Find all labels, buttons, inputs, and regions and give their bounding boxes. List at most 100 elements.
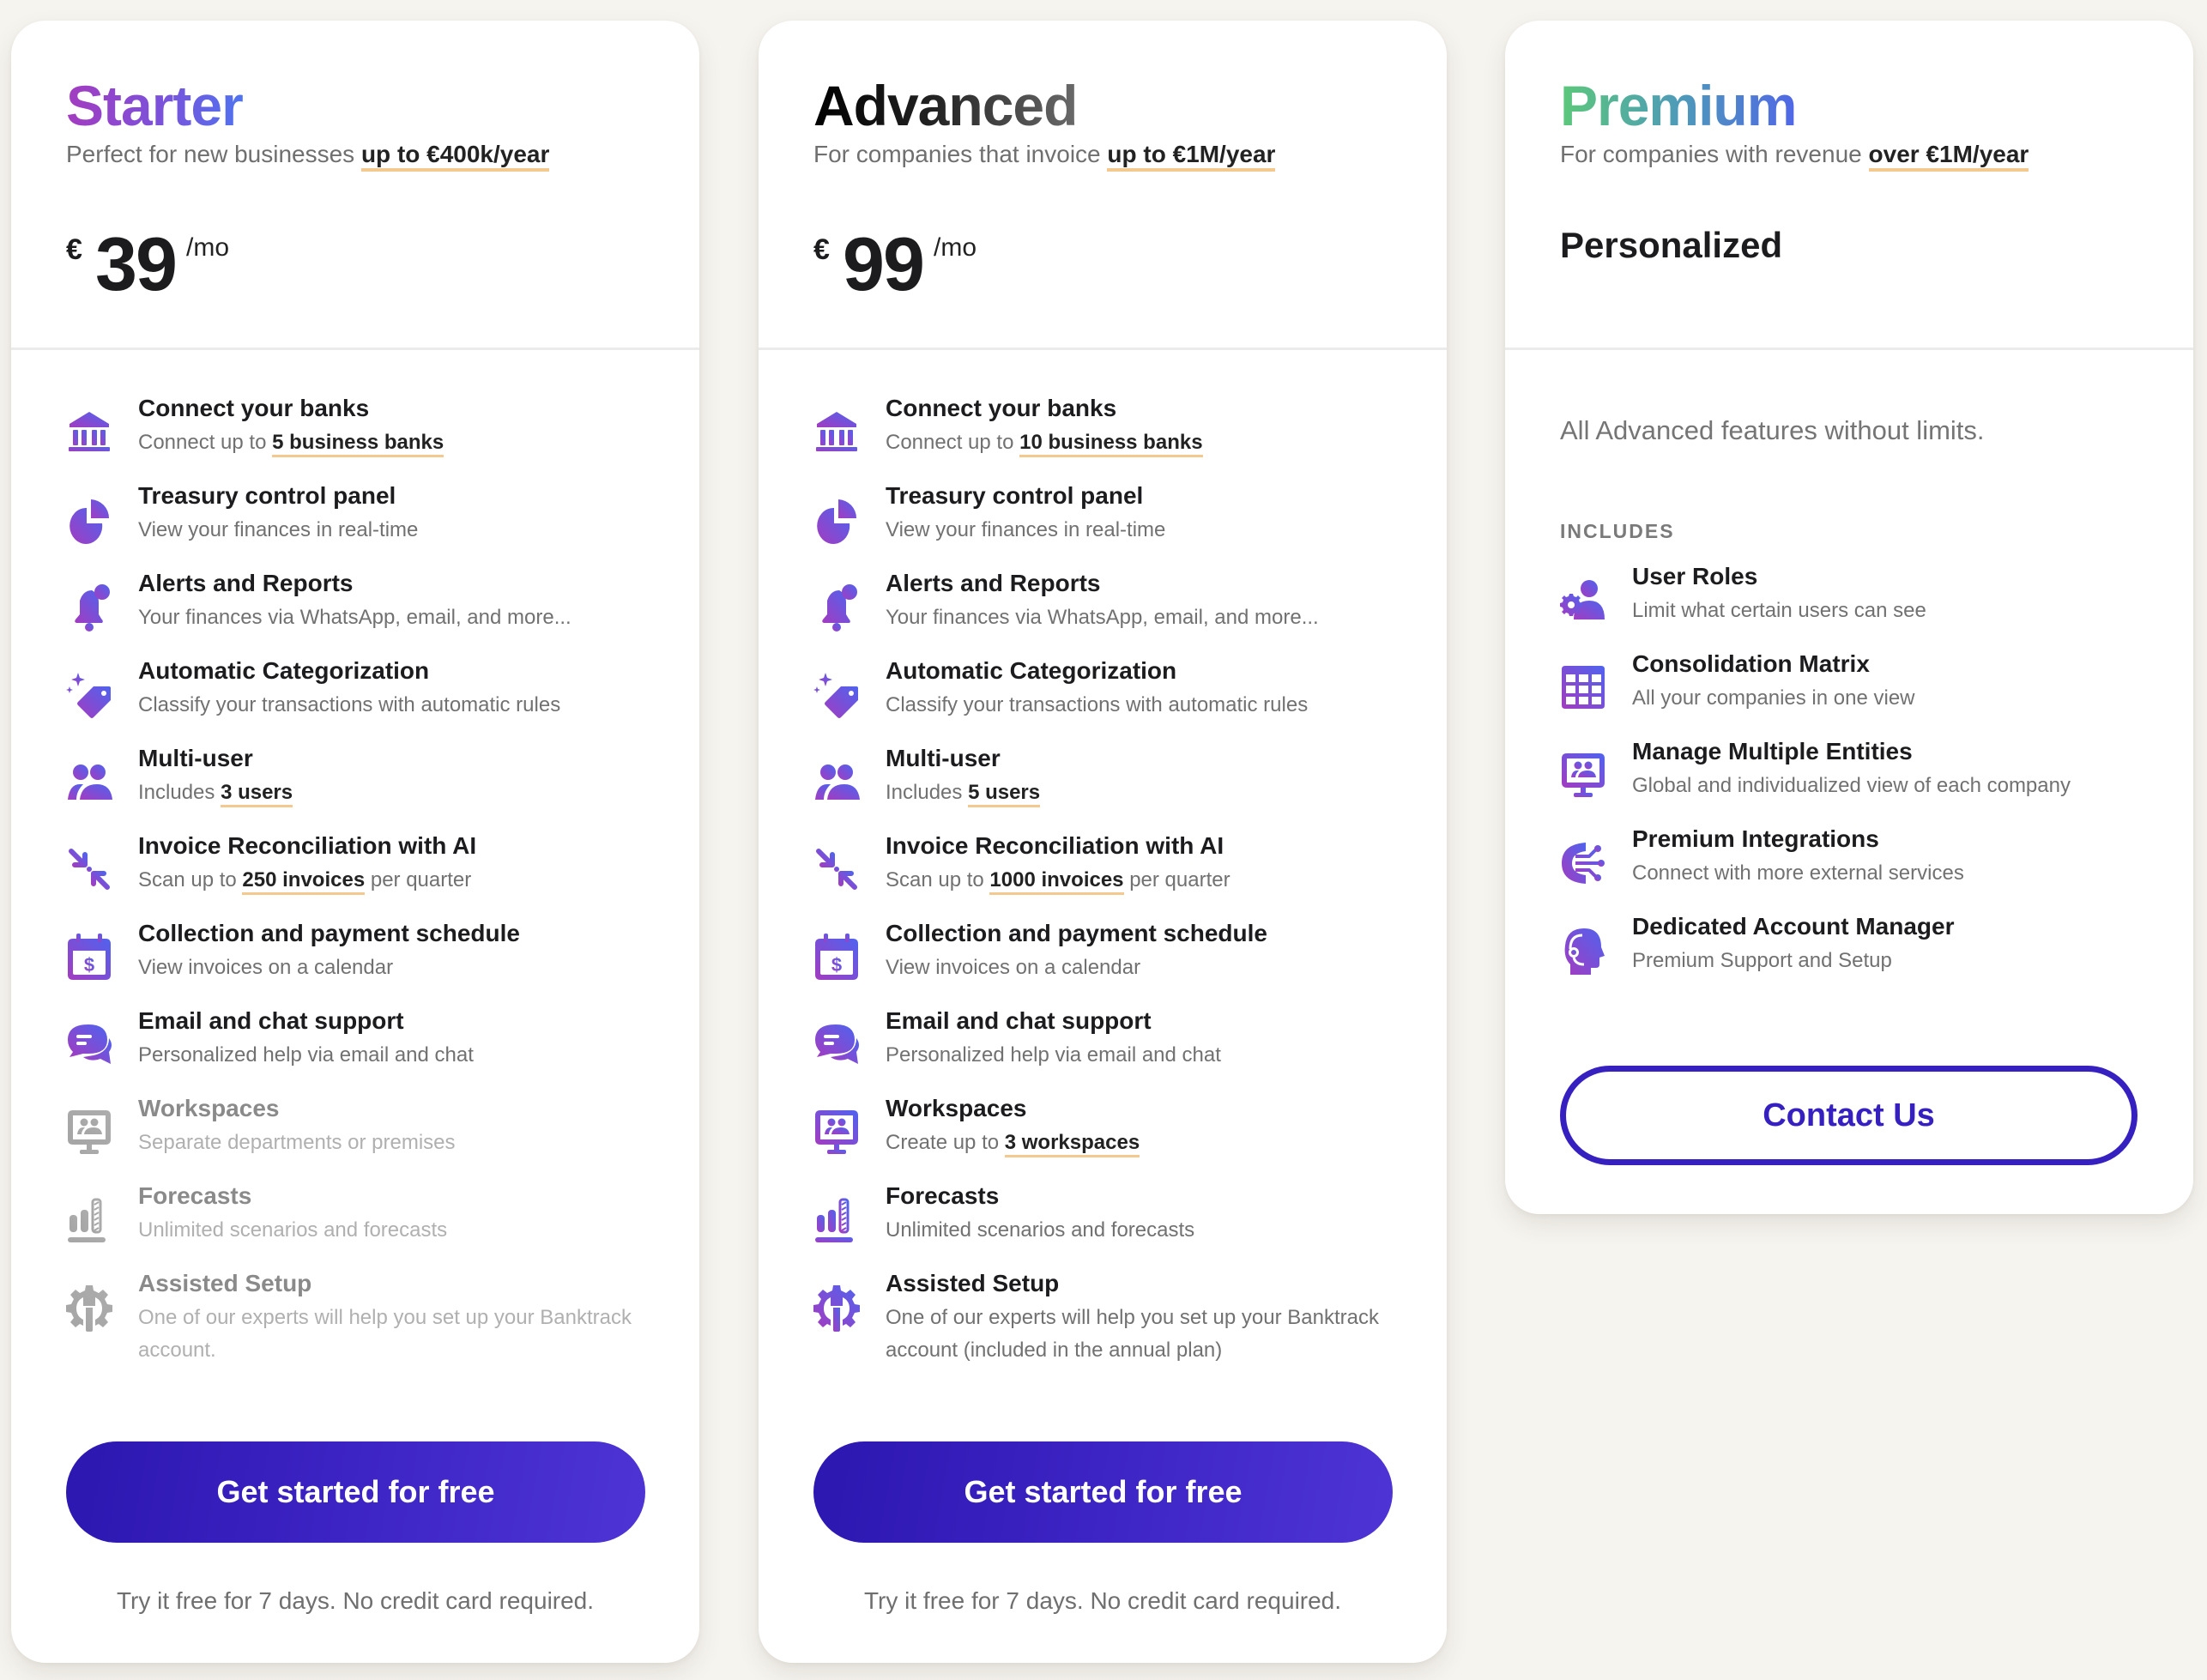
feature-description: One of our experts will help you set up … — [886, 1302, 1400, 1367]
feature-desc-text: View invoices on a calendar — [886, 956, 1141, 979]
feature-desc-highlight: 3 workspaces — [1004, 1131, 1140, 1157]
calendar-dollar-icon: $ — [64, 932, 114, 982]
plan-subtitle: For companies that invoice up to €1M/yea… — [813, 141, 1276, 172]
pie-chart-icon — [812, 494, 862, 544]
feature-item: Dedicated Account Manager Premium Support… — [1558, 913, 2159, 1000]
feature-description: Includes 3 users — [138, 777, 293, 809]
gear-wrench-icon — [64, 1282, 114, 1332]
feature-desc-text: Personalized help via email and chat — [138, 1043, 474, 1067]
contact-us-button[interactable]: Contact Us — [1560, 1066, 2137, 1165]
feature-description: Classify your transactions with automati… — [886, 689, 1308, 722]
feature-title: Invoice Reconciliation with AI — [886, 832, 1224, 859]
feature-description: One of our experts will help you set up … — [138, 1302, 653, 1367]
feature-desc-text: View invoices on a calendar — [138, 956, 394, 979]
feature-desc-text: Includes — [138, 781, 221, 804]
feature-description: Premium Support and Setup — [1632, 945, 1892, 977]
feature-desc-text: Personalized help via email and chat — [886, 1043, 1221, 1067]
feature-desc-highlight: 1000 invoices — [989, 868, 1124, 895]
get-started-button[interactable]: Get started for free — [813, 1441, 1393, 1543]
feature-item: Email and chat support Personalized help … — [812, 1007, 1412, 1095]
feature-desc-suffix: per quarter — [1123, 868, 1230, 891]
feature-item: Connect your banks Connect up to 5 busine… — [64, 395, 665, 482]
tag-sparkle-icon — [812, 669, 862, 719]
feature-desc-text: Includes — [886, 781, 969, 804]
feature-item: Alerts and Reports Your finances via What… — [812, 570, 1412, 657]
calendar-dollar-icon: $ — [812, 932, 862, 982]
feature-desc-suffix: per quarter — [365, 868, 472, 891]
feature-desc-text: Classify your transactions with automati… — [138, 693, 561, 716]
gear-wrench-icon — [812, 1282, 862, 1332]
feature-description: Your finances via WhatsApp, email, and m… — [886, 601, 1319, 634]
feature-desc-highlight: 5 users — [968, 781, 1041, 807]
bank-icon — [812, 407, 862, 456]
feature-description: Classify your transactions with automati… — [138, 689, 560, 722]
feature-item: Workspaces Separate departments or premis… — [64, 1095, 665, 1182]
feature-title: Dedicated Account Manager — [1632, 913, 1955, 940]
feature-desc-text: Classify your transactions with automati… — [886, 693, 1309, 716]
converge-arrows-icon — [812, 844, 862, 894]
feature-title: Alerts and Reports — [138, 570, 354, 596]
feature-item: Forecasts Unlimited scenarios and forecas… — [64, 1182, 665, 1270]
plan-header: Premium For companies with revenue over … — [1505, 21, 2193, 350]
feature-title: Collection and payment schedule — [138, 920, 520, 946]
bar-chart-forecast-icon — [64, 1194, 114, 1244]
feature-title: Email and chat support — [138, 1007, 404, 1034]
users-icon — [812, 757, 862, 807]
feature-desc-text: Create up to — [886, 1131, 1005, 1154]
price-currency: € — [66, 233, 82, 266]
bank-icon — [64, 407, 114, 456]
feature-desc-text: Connect with more external services — [1632, 861, 1964, 885]
plan-subtitle-text: For companies that invoice — [813, 141, 1108, 167]
chat-bubbles-icon — [64, 1019, 114, 1069]
feature-item: Manage Multiple Entities Global and indiv… — [1558, 738, 2159, 825]
tag-sparkle-icon — [64, 669, 114, 719]
plan-subtitle: Perfect for new businesses up to €400k/y… — [66, 141, 550, 172]
feature-desc-text: One of our experts will help you set up … — [138, 1306, 632, 1362]
feature-desc-highlight: 250 invoices — [242, 868, 366, 895]
plan-card-premium: Premium For companies with revenue over … — [1505, 21, 2193, 1214]
feature-title: Automatic Categorization — [886, 657, 1177, 684]
feature-desc-text: Connect up to — [138, 431, 273, 454]
feature-description: Limit what certain users can see — [1632, 595, 1926, 627]
feature-description: Connect up to 5 business banks — [138, 426, 444, 459]
feature-description: Scan up to 250 invoices per quarter — [138, 864, 471, 897]
feature-desc-text: One of our experts will help you set up … — [886, 1306, 1379, 1362]
feature-desc-highlight: 5 business banks — [272, 431, 444, 457]
feature-title: Workspaces — [886, 1095, 1027, 1121]
feature-item: $ Collection and payment schedule View inv… — [812, 920, 1412, 1007]
feature-desc-text: View your finances in real-time — [886, 518, 1166, 541]
feature-title: Connect your banks — [886, 395, 1117, 421]
plan-card-advanced: Advanced For companies that invoice up t… — [759, 21, 1447, 1663]
feature-item: Automatic Categorization Classify your tr… — [812, 657, 1412, 745]
feature-item: Assisted Setup One of our experts will he… — [812, 1270, 1412, 1373]
feature-item: Treasury control panel View your finances… — [64, 482, 665, 570]
svg-text:$: $ — [831, 954, 842, 976]
feature-description: View invoices on a calendar — [886, 952, 1140, 984]
monitor-users-icon — [1558, 750, 1608, 800]
feature-title: Multi-user — [886, 745, 1001, 771]
get-started-button[interactable]: Get started for free — [66, 1441, 645, 1543]
feature-item: Treasury control panel View your finances… — [812, 482, 1412, 570]
pie-chart-icon — [64, 494, 114, 544]
plan-summary: All Advanced features without limits. — [1560, 415, 1985, 445]
trial-note: Try it free for 7 days. No credit card r… — [116, 1587, 595, 1614]
grid-table-icon — [1558, 662, 1608, 712]
monitor-users-icon — [64, 1107, 114, 1157]
feature-title: Automatic Categorization — [138, 657, 430, 684]
plan-title: Advanced — [813, 74, 1078, 137]
plan-title: Starter — [66, 74, 244, 137]
feature-title: Invoice Reconciliation with AI — [138, 832, 477, 859]
plan-subtitle-text: For companies with revenue — [1560, 141, 1869, 167]
price-period: /mo — [934, 233, 977, 262]
feature-title: Consolidation Matrix — [1632, 650, 1870, 677]
feature-title: Multi-user — [138, 745, 253, 771]
feature-item: Email and chat support Personalized help … — [64, 1007, 665, 1095]
plan-subtitle: For companies with revenue over €1M/year — [1560, 141, 2029, 172]
feature-title: User Roles — [1632, 563, 1758, 589]
feature-title: Alerts and Reports — [886, 570, 1101, 596]
bell-icon — [64, 582, 114, 632]
feature-description: Unlimited scenarios and forecasts — [886, 1214, 1194, 1247]
feature-description: View your finances in real-time — [886, 514, 1165, 547]
trial-note: Try it free for 7 days. No credit card r… — [863, 1587, 1342, 1614]
feature-list: Connect your banks Connect up to 5 busine… — [64, 395, 665, 1373]
